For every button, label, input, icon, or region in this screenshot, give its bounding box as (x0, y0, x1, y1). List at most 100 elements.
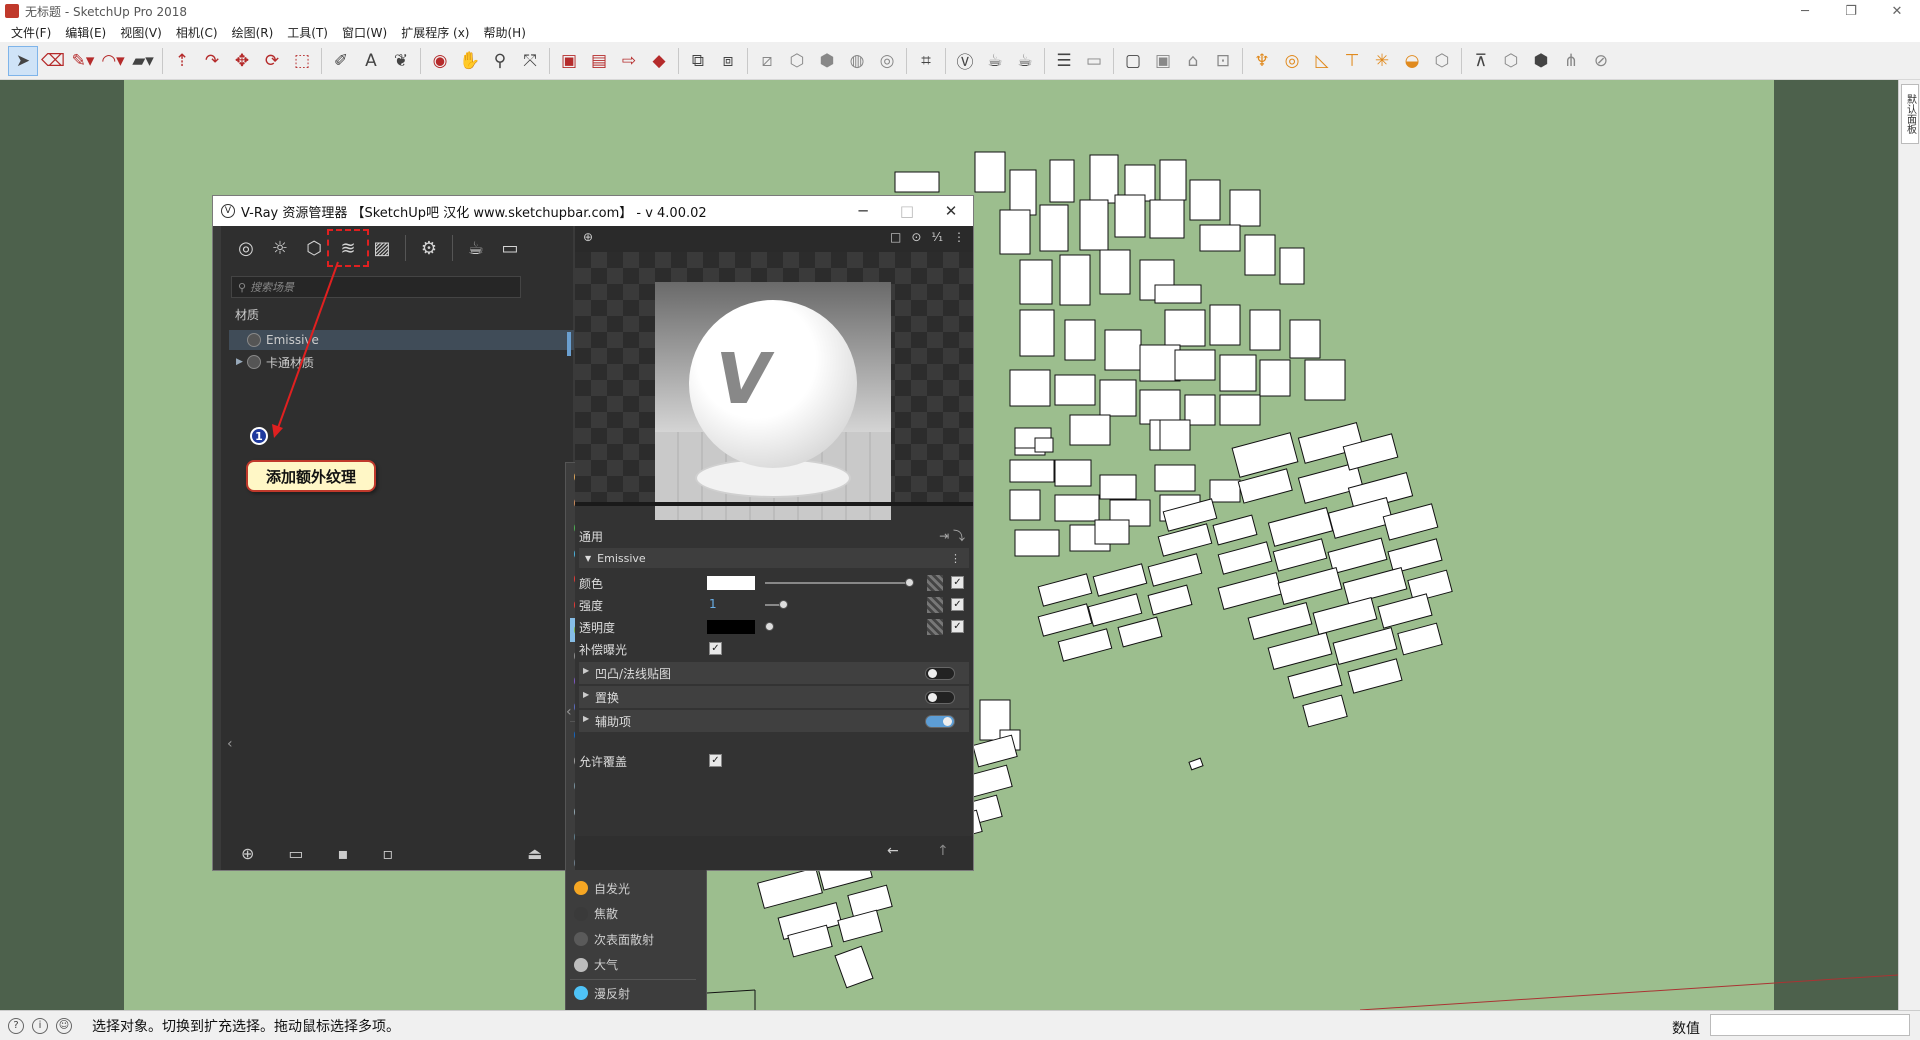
frame-buffer-icon[interactable]: ☰ (1049, 46, 1079, 76)
tape-measure-icon[interactable]: ✐ (326, 46, 356, 76)
material-item-emissive[interactable]: Emissive (229, 330, 574, 350)
infinite-plane-icon[interactable]: ⊼ (1466, 46, 1496, 76)
menu-camera[interactable]: 相机(C) (169, 24, 225, 41)
lights-icon[interactable]: ▭ (1079, 46, 1109, 76)
expand-arrow-icon[interactable]: ▶ (236, 357, 243, 367)
ruby-icon[interactable]: ◆ (644, 46, 674, 76)
geo-location-icon[interactable]: ? (8, 1017, 24, 1034)
teapot-icon[interactable]: ☕ (980, 46, 1010, 76)
groups-icon[interactable]: ⧈ (713, 46, 743, 76)
preview-more-icon[interactable]: ⋮ (953, 230, 965, 244)
frame-buffer-tab-icon[interactable]: ▭ (493, 233, 527, 263)
back-view-icon[interactable]: ◎ (872, 46, 902, 76)
send-icon[interactable]: ⇨ (614, 46, 644, 76)
opacity-swatch[interactable] (707, 620, 755, 634)
dropdown-item[interactable]: 大气 (570, 953, 696, 977)
arc-icon[interactable]: ◠▾ (98, 46, 128, 76)
push-pull-icon[interactable]: ⇡ (167, 46, 197, 76)
scene-search-input[interactable]: ⚲ 搜索场景 (231, 276, 521, 298)
displacement-toggle[interactable] (925, 691, 955, 704)
paint-bucket-icon[interactable]: ❦ (386, 46, 416, 76)
intensity-value[interactable]: 1 (709, 597, 717, 611)
right-view-icon[interactable]: ◍ (842, 46, 872, 76)
section-auxiliary[interactable]: ▶ 辅助项 (579, 710, 969, 732)
move-icon[interactable]: ✥ (227, 46, 257, 76)
teapot-interactive-icon[interactable]: ☕ (1010, 46, 1040, 76)
materials-tab-icon[interactable]: ◎ (229, 233, 263, 263)
close-button[interactable]: ✕ (1874, 0, 1920, 22)
text-icon[interactable]: A (356, 46, 386, 76)
proxy-icon[interactable]: ◺ (1307, 46, 1337, 76)
auxiliary-toggle[interactable] (925, 715, 955, 728)
dropdown-item[interactable]: 焦散 (570, 902, 696, 926)
section-bump[interactable]: ▶ 凹凸/法线贴图 (579, 662, 969, 684)
color-slider[interactable] (765, 578, 914, 587)
menu-help[interactable]: 帮助(H) (476, 24, 532, 41)
menu-draw[interactable]: 绘图(R) (225, 24, 281, 41)
dropdown-item[interactable]: 次表面散射 (570, 927, 696, 951)
scale-icon[interactable]: ⬚ (287, 46, 317, 76)
intensity-slider[interactable] (765, 600, 788, 609)
outliner-icon[interactable]: ⌗ (911, 46, 941, 76)
cleanup-icon[interactable]: ⏏ (527, 844, 542, 863)
zoom-extents-icon[interactable]: ⤧ (515, 46, 545, 76)
export-proxy-icon[interactable]: ⬡ (1496, 46, 1526, 76)
credits-icon[interactable]: i (32, 1017, 48, 1034)
intensity-checkbox[interactable]: ✓ (951, 598, 964, 611)
top-view-icon[interactable]: ⬡ (782, 46, 812, 76)
preview-frame-icon[interactable]: □ (890, 230, 901, 244)
measurements-input[interactable] (1710, 1014, 1910, 1036)
color-swatch[interactable] (707, 576, 755, 590)
orbit-icon[interactable]: ◉ (425, 46, 455, 76)
texture-slot-icon[interactable] (927, 619, 943, 635)
menu-edit[interactable]: 编辑(E) (58, 24, 113, 41)
dome-icon[interactable]: ◒ (1397, 46, 1427, 76)
rectangle-icon[interactable]: ▰▾ (128, 46, 158, 76)
collapse-left-icon[interactable]: ‹ (227, 736, 233, 752)
menu-extensions[interactable]: 扩展程序 (x) (394, 24, 476, 41)
textures-tab-icon[interactable]: ▨ (365, 233, 399, 263)
extension-icon[interactable]: ▤ (584, 46, 614, 76)
vray-minimize-button[interactable]: ─ (841, 196, 885, 226)
dome-light-icon[interactable]: ⌂ (1178, 46, 1208, 76)
follow-me-icon[interactable]: ↷ (197, 46, 227, 76)
menu-window[interactable]: 窗口(W) (335, 24, 394, 41)
zoom-icon[interactable]: ⚲ (485, 46, 515, 76)
up-arrow-icon[interactable]: ↑ (937, 843, 949, 859)
more-options-icon[interactable]: ⋮ (950, 552, 961, 565)
rotate-icon[interactable]: ⟳ (257, 46, 287, 76)
menu-view[interactable]: 视图(V) (113, 24, 169, 41)
material-item-toon[interactable]: ▶ 卡通材质 (229, 352, 574, 372)
warehouse-icon[interactable]: ▣ (554, 46, 584, 76)
mesh-light-icon[interactable]: ⊡ (1208, 46, 1238, 76)
omni-light-icon[interactable]: ✳ (1367, 46, 1397, 76)
tray-tab-default[interactable]: 默认面板 (1901, 84, 1919, 144)
render-elements-tab-icon[interactable]: ≋ (327, 229, 369, 267)
lights-tab-icon[interactable]: ☼ (263, 233, 297, 263)
preview-scene-icon[interactable]: ⊙ (911, 230, 921, 244)
texture-slot-icon[interactable] (927, 575, 943, 591)
mesh-clipper-icon[interactable]: ⊘ (1586, 46, 1616, 76)
preview-scale-icon[interactable]: ¹⁄₁ (931, 230, 943, 244)
collapse-middle-icon[interactable]: ‹ (566, 704, 572, 720)
menu-tools[interactable]: 工具(T) (280, 24, 335, 41)
compensate-checkbox[interactable]: ✓ (709, 642, 722, 655)
dropdown-item[interactable]: 漫反射 (570, 981, 696, 1005)
opacity-checkbox[interactable]: ✓ (951, 620, 964, 633)
sphere-icon[interactable]: ⬡ (1427, 46, 1457, 76)
front-view-icon[interactable]: ⬢ (812, 46, 842, 76)
vray-maximize-button[interactable]: □ (885, 196, 929, 226)
dropdown-item[interactable]: 自发光 (570, 876, 696, 900)
add-icon[interactable]: ⊕ (241, 844, 254, 863)
material-layer-bar[interactable]: ▼ Emissive ⋮ (579, 548, 969, 568)
minimize-button[interactable]: ─ (1782, 0, 1828, 22)
eraser-icon[interactable]: ⌫ (38, 46, 68, 76)
user-icon[interactable]: ☺ (56, 1017, 72, 1034)
vray-titlebar[interactable]: V V-Ray 资源管理器 【SketchUp吧 汉化 www.sketchup… (213, 196, 973, 226)
sun-icon[interactable]: ▢ (1118, 46, 1148, 76)
sphere-light-icon[interactable]: ▣ (1148, 46, 1178, 76)
menu-file[interactable]: 文件(F) (4, 24, 58, 41)
section-tools-icon[interactable]: ⇥ ⤵ (939, 527, 965, 544)
iso-view-icon[interactable]: ⧄ (752, 46, 782, 76)
render-tab-icon[interactable]: ☕ (459, 233, 493, 263)
